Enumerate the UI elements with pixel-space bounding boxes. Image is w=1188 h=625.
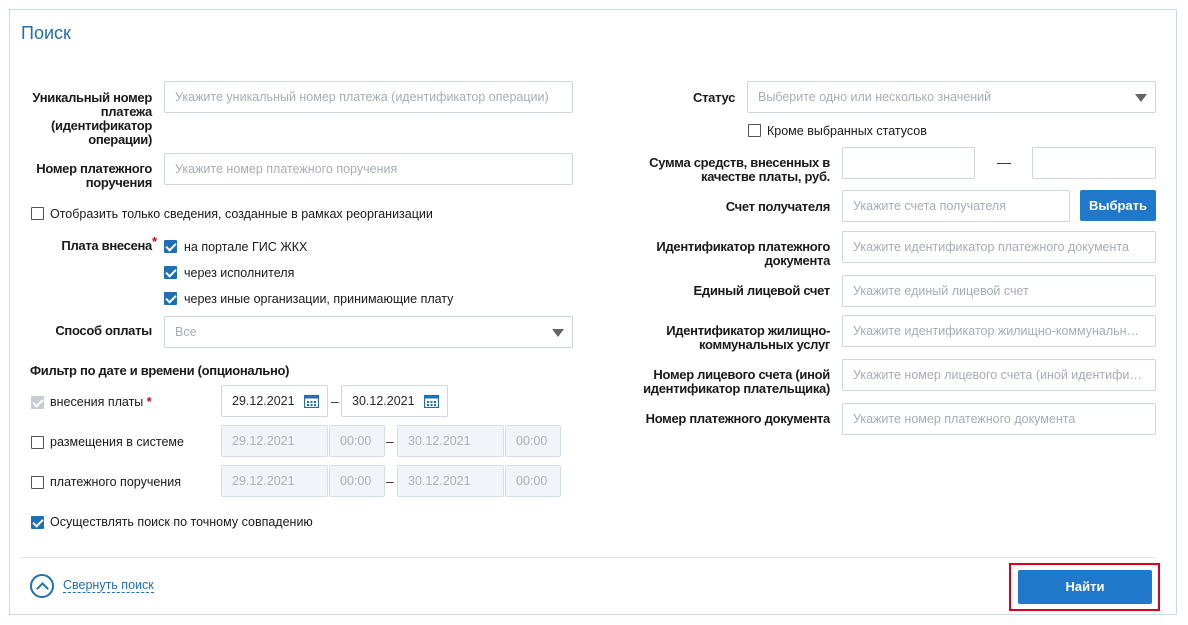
unique-number-label: Уникальный номер платежа (идентификатор … <box>32 90 152 147</box>
exact-match-checkbox[interactable] <box>31 516 44 529</box>
paid-other-checkbox[interactable] <box>164 292 177 305</box>
paid-via-label: Плата внесена <box>61 238 152 253</box>
paid-executor-checkbox[interactable] <box>164 266 177 279</box>
except-status-checkbox[interactable] <box>748 124 761 137</box>
date-placed-to-time: 00:00 <box>505 425 561 457</box>
date-order-from: 29.12.2021 <box>221 465 328 497</box>
date-placed-from: 29.12.2021 <box>221 425 328 457</box>
date-order-to-time: 00:00 <box>505 465 561 497</box>
status-placeholder: Выберите одно или несколько значений <box>758 90 992 104</box>
amount-range-sep: — <box>997 154 1011 170</box>
order-number-input[interactable]: Укажите номер платежного поручения <box>164 153 573 185</box>
payment-doc-number-label: Номер платежного документа <box>645 411 831 426</box>
paid-executor-label: через исполнителя <box>184 266 295 280</box>
paid-portal-label: на портале ГИС ЖКХ <box>184 240 308 254</box>
date-placed-from-time: 00:00 <box>329 425 385 457</box>
date-payment-to[interactable]: 30.12.2021 <box>341 385 448 417</box>
date-placed-checkbox[interactable] <box>31 436 44 449</box>
date-order-from-time: 00:00 <box>329 465 385 497</box>
date-order-to: 30.12.2021 <box>397 465 504 497</box>
amount-to-input[interactable] <box>1032 147 1156 179</box>
housing-service-id-input[interactable]: Укажите идентификатор жилищно-коммунальн… <box>842 315 1156 347</box>
amount-from-input[interactable] <box>842 147 975 179</box>
payment-doc-id-label: Идентификатор платежного документа <box>656 239 830 268</box>
order-number-label: Номер платежного поручения <box>36 161 152 190</box>
single-account-label: Единый лицевой счет <box>693 283 831 298</box>
date-placed-label: размещения в системе <box>50 435 184 449</box>
date-payment-label: внесения платы * <box>50 395 152 409</box>
paid-other-label: через иные организации, принимающие плат… <box>184 292 454 306</box>
personal-account-input[interactable]: Укажите номер лицевого счета (иной идент… <box>842 359 1156 391</box>
single-account-input[interactable]: Укажите единый лицевой счет <box>842 275 1156 307</box>
calendar-icon[interactable] <box>304 394 319 408</box>
reorg-checkbox-label: Отобразить только сведения, созданные в … <box>50 207 433 221</box>
recipient-account-input[interactable]: Укажите счета получателя <box>842 190 1070 222</box>
chevron-down-icon <box>1135 94 1147 102</box>
select-button[interactable]: Выбрать <box>1080 190 1156 221</box>
except-status-label: Кроме выбранных статусов <box>767 124 927 138</box>
status-select[interactable]: Выберите одно или несколько значений <box>747 81 1156 113</box>
payment-method-label: Способ оплаты <box>55 323 152 338</box>
date-range-sep: – <box>386 433 394 449</box>
date-filter-heading: Фильтр по дате и времени (опционально) <box>30 363 290 378</box>
required-mark: * <box>152 234 158 249</box>
payment-doc-number-input[interactable]: Укажите номер платежного документа <box>842 403 1156 435</box>
exact-match-label: Осуществлять поиск по точному совпадению <box>50 515 313 529</box>
page-title: Поиск <box>21 23 71 43</box>
date-range-sep: – <box>386 473 394 489</box>
payment-method-value: Все <box>175 325 197 339</box>
date-payment-checkbox <box>31 396 44 409</box>
collapse-search-link[interactable]: Свернуть поиск <box>63 578 154 593</box>
find-button[interactable]: Найти <box>1018 570 1152 604</box>
unique-number-input[interactable]: Укажите уникальный номер платежа (иденти… <box>164 81 573 113</box>
chevron-up-circle-icon[interactable] <box>30 574 54 598</box>
recipient-account-label: Счет получателя <box>725 199 831 214</box>
payment-doc-id-input[interactable]: Укажите идентификатор платежного докумен… <box>842 231 1156 263</box>
personal-account-label: Номер лицевого счета (иной идентификатор… <box>643 367 830 396</box>
paid-portal-checkbox[interactable] <box>164 240 177 253</box>
payment-method-select[interactable]: Все <box>164 316 573 348</box>
date-order-label: платежного поручения <box>50 475 181 489</box>
date-payment-from[interactable]: 29.12.2021 <box>221 385 328 417</box>
amount-label: Сумма средств, внесенных в качестве плат… <box>649 155 830 184</box>
date-order-checkbox[interactable] <box>31 476 44 489</box>
housing-service-id-label: Идентификатор жилищно-коммунальных услуг <box>666 323 830 352</box>
date-placed-to: 30.12.2021 <box>397 425 504 457</box>
date-range-sep: – <box>331 393 339 409</box>
footer-divider <box>21 557 1155 558</box>
chevron-down-icon <box>552 329 564 337</box>
status-label: Статус <box>692 90 735 105</box>
reorg-checkbox[interactable] <box>31 207 44 220</box>
calendar-icon[interactable] <box>424 394 439 408</box>
